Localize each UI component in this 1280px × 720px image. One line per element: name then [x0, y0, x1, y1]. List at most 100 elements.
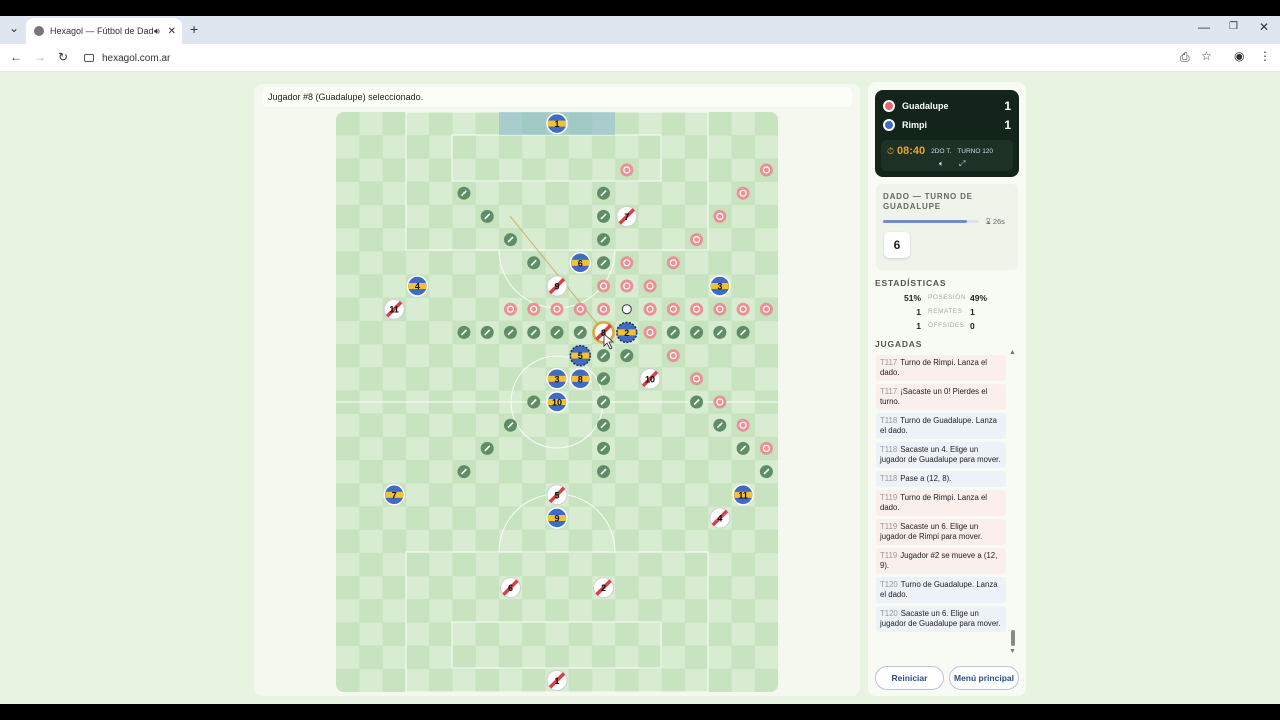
guadalupe-player-token[interactable]: 10 [639, 368, 661, 390]
move-target-marker[interactable] [736, 186, 750, 200]
rimpi-player-token[interactable]: 11 [732, 484, 754, 506]
rimpi-player-token[interactable]: 6 [569, 252, 592, 274]
rimpi-player-token[interactable]: 9 [546, 507, 568, 529]
pass-target-marker[interactable] [573, 325, 587, 339]
site-info-icon[interactable] [84, 54, 94, 62]
pass-target-marker[interactable] [550, 325, 564, 339]
pass-target-marker[interactable] [597, 441, 611, 455]
forward-icon[interactable]: → [34, 50, 46, 64]
pass-target-marker[interactable] [759, 465, 773, 479]
move-target-marker[interactable] [597, 279, 611, 293]
pass-target-marker[interactable] [457, 325, 471, 339]
move-target-marker[interactable] [690, 302, 704, 316]
rimpi-player-token[interactable]: 3 [546, 368, 568, 390]
rimpi-player-token[interactable]: 4 [406, 275, 429, 297]
minimize-icon[interactable]: — [1198, 20, 1210, 34]
main-menu-button[interactable]: Menú principal [949, 666, 1019, 690]
pass-target-marker[interactable] [597, 209, 611, 223]
move-target-marker[interactable] [527, 302, 541, 316]
pass-target-marker[interactable] [597, 418, 611, 432]
new-tab-icon[interactable]: + [190, 21, 198, 37]
pass-target-marker[interactable] [597, 349, 611, 363]
move-target-marker[interactable] [759, 163, 773, 177]
move-target-marker[interactable] [643, 279, 657, 293]
pass-target-marker[interactable] [480, 209, 494, 223]
move-target-marker[interactable] [620, 256, 634, 270]
url-field[interactable]: hexagol.com.ar [84, 49, 1164, 67]
tab-search-icon[interactable]: ⌄ [9, 21, 19, 35]
move-target-marker[interactable] [620, 163, 634, 177]
guadalupe-player-token[interactable]: 5 [546, 484, 568, 506]
fullscreen-icon[interactable]: ⤢ [959, 159, 965, 169]
pass-target-marker[interactable] [597, 186, 611, 200]
pass-target-marker[interactable] [457, 186, 471, 200]
game-field[interactable]: 164 3253 8107 1197911810546 21 [336, 112, 778, 692]
pass-target-marker[interactable] [597, 372, 611, 386]
move-target-marker[interactable] [666, 349, 680, 363]
guadalupe-player-token[interactable]: 7 [616, 205, 638, 227]
scroll-up-icon[interactable]: ▲ [1009, 349, 1016, 356]
rimpi-player-token[interactable]: 10 [546, 391, 568, 413]
guadalupe-player-token[interactable]: 1 [546, 669, 568, 691]
pass-target-marker[interactable] [736, 325, 750, 339]
pass-target-marker[interactable] [620, 349, 634, 363]
pass-target-marker[interactable] [527, 325, 541, 339]
sound-icon[interactable]: 🔈︎ [939, 159, 944, 169]
move-target-marker[interactable] [643, 302, 657, 316]
plays-scrollbar[interactable]: ▲ ▼ [1009, 349, 1016, 657]
pass-target-marker[interactable] [713, 418, 727, 432]
pass-target-marker[interactable] [690, 395, 704, 409]
move-target-marker[interactable] [736, 418, 750, 432]
guadalupe-player-token[interactable]: 6 [499, 577, 521, 599]
reload-icon[interactable]: ↻ [58, 50, 68, 64]
browser-tab[interactable]: Hexagol — Fútbol de Dado 🔊︎ ✕ [26, 18, 182, 44]
move-target-marker[interactable] [690, 372, 704, 386]
move-target-marker[interactable] [666, 302, 680, 316]
menu-kebab-icon[interactable]: ⋮ [1259, 49, 1271, 63]
move-target-marker[interactable] [736, 302, 750, 316]
restart-button[interactable]: Reiniciar [875, 666, 944, 690]
move-target-marker[interactable] [573, 302, 587, 316]
install-icon[interactable]: ⎙ [1180, 50, 1190, 65]
move-target-marker[interactable] [503, 302, 517, 316]
dice-face[interactable]: 6 [884, 232, 910, 258]
pass-target-marker[interactable] [480, 441, 494, 455]
move-target-marker[interactable] [759, 302, 773, 316]
close-window-icon[interactable]: ✕ [1259, 20, 1269, 34]
move-target-marker[interactable] [550, 302, 564, 316]
pass-target-marker[interactable] [713, 325, 727, 339]
pass-target-marker[interactable] [666, 325, 680, 339]
move-target-marker[interactable] [713, 395, 727, 409]
move-target-marker[interactable] [759, 441, 773, 455]
scroll-down-icon[interactable]: ▼ [1009, 648, 1016, 655]
pass-target-marker[interactable] [527, 395, 541, 409]
pass-target-marker[interactable] [736, 441, 750, 455]
pass-target-marker[interactable] [503, 418, 517, 432]
pass-target-marker[interactable] [457, 465, 471, 479]
plays-list[interactable]: T117 Turno de Rimpi. Lanza el dado. T117 ¡S… [876, 355, 1010, 657]
guadalupe-player-token[interactable]: 4 [709, 507, 731, 529]
pass-target-marker[interactable] [597, 465, 611, 479]
pass-target-marker[interactable] [480, 325, 494, 339]
guadalupe-player-token[interactable]: 11 [383, 298, 405, 320]
pass-target-marker[interactable] [527, 256, 541, 270]
pass-target-marker[interactable] [690, 325, 704, 339]
pass-target-marker[interactable] [597, 395, 611, 409]
bookmark-star-icon[interactable]: ☆ [1201, 49, 1212, 63]
move-target-marker[interactable] [713, 209, 727, 223]
move-target-marker[interactable] [666, 256, 680, 270]
rimpi-player-token[interactable]: 1 [546, 112, 568, 135]
move-target-marker[interactable] [620, 279, 634, 293]
rimpi-player-token[interactable]: 3 [709, 275, 731, 297]
move-target-marker[interactable] [643, 325, 657, 339]
profile-icon[interactable]: ◉ [1234, 49, 1244, 63]
rimpi-player-token[interactable]: 7 [383, 484, 405, 506]
rimpi-player-token[interactable]: 5 [569, 344, 592, 367]
move-target-marker[interactable] [690, 233, 704, 247]
back-icon[interactable]: ← [10, 50, 22, 64]
pass-target-marker[interactable] [597, 256, 611, 270]
pass-target-marker[interactable] [503, 325, 517, 339]
rimpi-player-token[interactable]: 2 [616, 321, 638, 344]
speaker-icon[interactable]: 🔊︎ [154, 26, 160, 37]
scroll-thumb[interactable] [1011, 630, 1015, 646]
